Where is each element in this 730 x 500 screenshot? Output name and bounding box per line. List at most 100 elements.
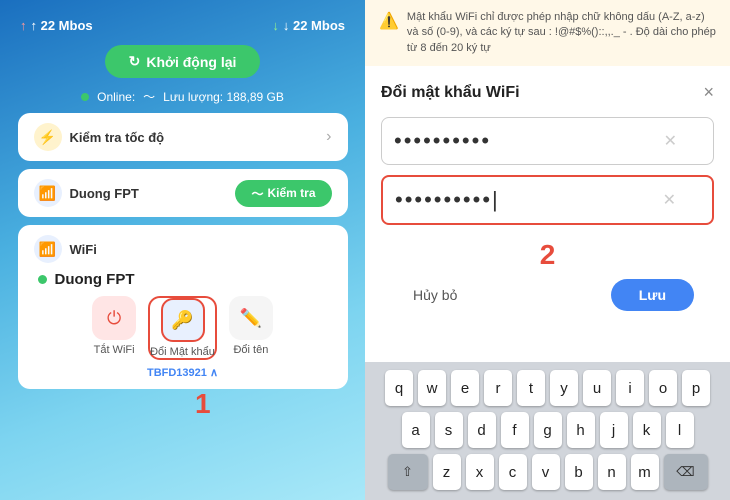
upload-arrow-icon: ↑ xyxy=(20,18,27,33)
online-label: Online: xyxy=(97,90,135,104)
change-pass-label: Đổi Mật khẩu xyxy=(150,346,215,358)
change-password-button[interactable]: 🔑 Đổi Mật khẩu xyxy=(148,296,217,360)
key-a[interactable]: a xyxy=(402,412,430,448)
action-buttons: ⏻ Tắt WiFi 🔑 Đổi Mật khẩu ✏️ Đổi tên xyxy=(34,296,332,360)
key-j[interactable]: j xyxy=(600,412,628,448)
keyboard-row-2: a s d f g h j k l xyxy=(369,412,726,448)
turn-off-wifi-button[interactable]: ⏻ Tắt WiFi xyxy=(92,296,136,360)
key-l[interactable]: l xyxy=(666,412,694,448)
old-password-dots: •••••••••• xyxy=(394,128,664,154)
save-button[interactable]: Lưu xyxy=(611,279,694,311)
wifi-section: 📶 WiFi Duong FPT ⏻ Tắt WiFi 🔑 Đổi Mật kh… xyxy=(18,225,348,389)
card-container: ⚡ Kiểm tra tốc độ › 📶 Duong FPT 〜 Kiểm t… xyxy=(18,113,348,389)
speed-bar: ↑ ↑ 22 Mbos ↓ ↓ 22 Mbos xyxy=(0,10,365,41)
key-v[interactable]: v xyxy=(532,454,560,490)
close-button[interactable]: × xyxy=(703,82,714,103)
download-speed: ↓ ↓ 22 Mbos xyxy=(272,18,345,33)
cancel-button[interactable]: Hủy bỏ xyxy=(401,281,469,309)
key-e[interactable]: e xyxy=(451,370,479,406)
edit-icon: ✏️ xyxy=(229,296,273,340)
device-id-text: TBFD13921 xyxy=(147,367,207,379)
dialog-header: Đổi mật khẩu WiFi × xyxy=(381,82,714,103)
off-wifi-label: Tắt WiFi xyxy=(94,344,135,356)
online-dot-icon xyxy=(81,93,89,101)
key-shift[interactable]: ⇧ xyxy=(388,454,428,490)
status-bar: Online: 〜 Lưu lượng: 188,89 GB xyxy=(81,88,284,105)
check-btn-label: Kiểm tra xyxy=(267,186,315,200)
warning-icon: ⚠️ xyxy=(379,11,399,33)
virtual-keyboard: q w e r t y u i o p a s d f g h j k l ⇧ … xyxy=(365,362,730,500)
key-x[interactable]: x xyxy=(466,454,494,490)
network-card: 📶 Duong FPT 〜 Kiểm tra xyxy=(18,169,348,217)
upload-speed-value: ↑ 22 Mbos xyxy=(31,18,93,33)
keyboard-row-3: ⇧ z x c v b n m ⌫ xyxy=(369,454,726,490)
power-icon: ⏻ xyxy=(92,296,136,340)
old-password-clear-icon[interactable]: ✕ xyxy=(664,131,677,151)
right-panel: ⚠️ Mật khẩu WiFi chỉ được phép nhập chữ … xyxy=(365,0,730,500)
new-password-dots: ••••••••••| xyxy=(395,187,663,213)
device-id: TBFD13921 ∧ xyxy=(34,366,332,379)
key-k[interactable]: k xyxy=(633,412,661,448)
key-z[interactable]: z xyxy=(433,454,461,490)
check-network-button[interactable]: 〜 Kiểm tra xyxy=(235,180,331,207)
key-g[interactable]: g xyxy=(534,412,562,448)
speed-test-card[interactable]: ⚡ Kiểm tra tốc độ › xyxy=(18,113,348,161)
wave-icon: 〜 xyxy=(143,88,155,105)
new-password-clear-icon[interactable]: ✕ xyxy=(663,190,676,210)
wifi-text-label: WiFi xyxy=(70,242,97,257)
download-speed-value: ↓ 22 Mbos xyxy=(283,18,345,33)
dialog-actions: Hủy bỏ Lưu xyxy=(381,279,714,311)
new-password-field[interactable]: ••••••••••| ✕ xyxy=(381,175,714,225)
wifi-label: 📶 WiFi xyxy=(34,235,332,263)
wifi-card-icon: 📶 xyxy=(34,179,62,207)
key-r[interactable]: r xyxy=(484,370,512,406)
step-1-number: 1 xyxy=(195,388,211,420)
key-o[interactable]: o xyxy=(649,370,677,406)
key-f[interactable]: f xyxy=(501,412,529,448)
download-arrow-icon: ↓ xyxy=(272,18,279,33)
check-wave-icon: 〜 xyxy=(251,185,263,202)
restart-icon: ↻ xyxy=(129,53,141,70)
main-network-name-text: Duong FPT xyxy=(55,271,135,288)
lightning-icon: ⚡ xyxy=(34,123,62,151)
key-q[interactable]: q xyxy=(385,370,413,406)
network-card-left: 📶 Duong FPT xyxy=(34,179,139,207)
left-panel: ↑ ↑ 22 Mbos ↓ ↓ 22 Mbos ↻ Khởi động lại … xyxy=(0,0,365,500)
key-p[interactable]: p xyxy=(682,370,710,406)
warning-text: Mật khẩu WiFi chỉ được phép nhập chữ khô… xyxy=(407,10,716,56)
speed-test-left: ⚡ Kiểm tra tốc độ xyxy=(34,123,165,151)
warning-banner: ⚠️ Mật khẩu WiFi chỉ được phép nhập chữ … xyxy=(365,0,730,66)
green-dot-icon xyxy=(38,275,47,284)
key-u[interactable]: u xyxy=(583,370,611,406)
key-c[interactable]: c xyxy=(499,454,527,490)
key-d[interactable]: d xyxy=(468,412,496,448)
step-2-number: 2 xyxy=(381,239,714,271)
main-network-name: Duong FPT xyxy=(38,271,332,288)
key-s[interactable]: s xyxy=(435,412,463,448)
dialog-title: Đổi mật khẩu WiFi xyxy=(381,84,520,102)
wifi-section-icon: 📶 xyxy=(34,235,62,263)
change-password-dialog: Đổi mật khẩu WiFi × •••••••••• ✕ •••••••… xyxy=(365,66,730,362)
key-m[interactable]: m xyxy=(631,454,659,490)
upload-speed: ↑ ↑ 22 Mbos xyxy=(20,18,93,33)
key-y[interactable]: y xyxy=(550,370,578,406)
key-t[interactable]: t xyxy=(517,370,545,406)
key-w[interactable]: w xyxy=(418,370,446,406)
keyboard-row-1: q w e r t y u i o p xyxy=(369,370,726,406)
change-name-button[interactable]: ✏️ Đổi tên xyxy=(229,296,273,360)
speed-test-label: Kiểm tra tốc độ xyxy=(70,130,165,145)
storage-label: Lưu lượng: 188,89 GB xyxy=(163,90,284,104)
chevron-up-icon: ∧ xyxy=(210,367,218,379)
network-name-label: Duong FPT xyxy=(70,186,139,201)
chevron-right-icon: › xyxy=(326,128,331,146)
restart-label: Khởi động lại xyxy=(146,54,236,70)
restart-button[interactable]: ↻ Khởi động lại xyxy=(105,45,261,78)
key-h[interactable]: h xyxy=(567,412,595,448)
key-i[interactable]: i xyxy=(616,370,644,406)
key-n[interactable]: n xyxy=(598,454,626,490)
change-name-label: Đổi tên xyxy=(233,344,268,356)
key-b[interactable]: b xyxy=(565,454,593,490)
key-backspace[interactable]: ⌫ xyxy=(664,454,708,490)
key-icon: 🔑 xyxy=(161,298,205,342)
old-password-field[interactable]: •••••••••• ✕ xyxy=(381,117,714,165)
